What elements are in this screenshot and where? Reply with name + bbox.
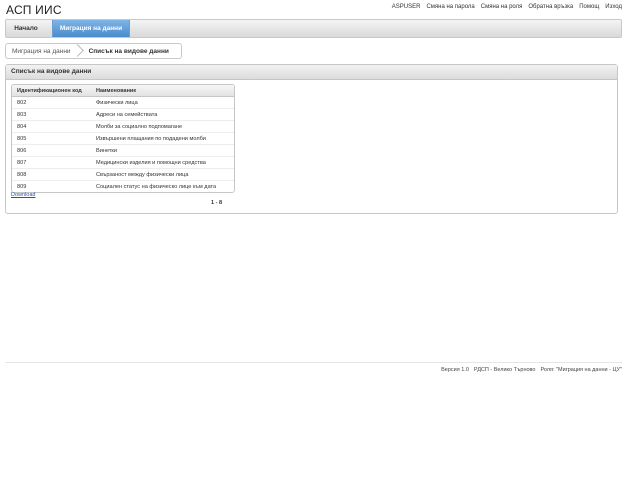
footer: Версия 1.0 РДСП - Велико Търново Роля: "… [441, 367, 622, 373]
row-name: Винетки [96, 147, 118, 154]
row-code: 807 [17, 159, 27, 166]
row-code: 808 [17, 171, 27, 178]
breadcrumb-parent[interactable]: Миграция на данни [6, 48, 77, 55]
change-role-link[interactable]: Смяна на роля [481, 4, 523, 10]
nav-data-migration[interactable]: Миграция на данни [52, 20, 130, 37]
app-title: АСП ИИС [6, 3, 62, 17]
user-link[interactable]: ASPUSER [392, 4, 421, 10]
table-row[interactable]: 809 Социален статус на физическо лице къ… [12, 181, 234, 192]
data-types-table: Идентификационен код Наименование 802 Фи… [11, 84, 235, 193]
breadcrumb-separator [77, 44, 83, 58]
row-code: 802 [17, 99, 27, 106]
row-name: Медицински изделия и помощни средства [96, 159, 206, 166]
table-row[interactable]: 804 Молби за социално подпомагане [12, 121, 234, 133]
logout-link[interactable]: Изход [605, 4, 622, 10]
footer-role: Роля: "Миграция на данни - ЦУ" [540, 367, 622, 373]
help-link[interactable]: Помощ [579, 4, 599, 10]
footer-divider [5, 362, 622, 363]
row-name: Молби за социално подпомагане [96, 123, 183, 130]
breadcrumb: Миграция на данни Списък на видове данни [5, 43, 182, 59]
change-password-link[interactable]: Смяна на парола [426, 4, 474, 10]
row-name: Социален статус на физическо лице към да… [96, 183, 217, 190]
row-code: 809 [17, 183, 27, 190]
row-code: 806 [17, 147, 27, 154]
top-links: ASPUSER Смяна на парола Смяна на роля Об… [392, 4, 622, 10]
download-link[interactable]: Download [11, 192, 35, 198]
row-name: Свързаност между физически лица [96, 171, 189, 178]
breadcrumb-current: Списък на видове данни [88, 47, 169, 55]
row-name: Физически лица [96, 99, 138, 106]
main-nav: Начало Миграция на данни [5, 19, 622, 38]
row-code: 805 [17, 135, 27, 142]
column-header-code[interactable]: Идентификационен код [12, 88, 90, 94]
row-name: Извършени плащания по подадени молби [96, 135, 206, 142]
column-header-name[interactable]: Наименование [90, 88, 234, 94]
pager-info: 1 - 8 [211, 200, 223, 206]
data-types-panel: Списък на видове данни Идентификационен … [5, 64, 618, 214]
nav-home[interactable]: Начало [6, 20, 46, 37]
footer-version: Версия 1.0 [441, 367, 469, 373]
footer-office: РДСП - Велико Търново [473, 367, 536, 373]
table-row[interactable]: 808 Свързаност между физически лица [12, 169, 234, 181]
table-row[interactable]: 807 Медицински изделия и помощни средств… [12, 157, 234, 169]
feedback-link[interactable]: Обратна връзка [528, 4, 573, 10]
top-bar: АСП ИИС ASPUSER Смяна на парола Смяна на… [0, 0, 627, 18]
row-code: 803 [17, 111, 27, 118]
table-row[interactable]: 806 Винетки [12, 145, 234, 157]
row-code: 804 [17, 123, 27, 130]
table-row[interactable]: 805 Извършени плащания по подадени молби [12, 133, 234, 145]
table-row[interactable]: 802 Физически лица [12, 97, 234, 109]
row-name: Адреси на семействата [96, 111, 158, 118]
table-header: Идентификационен код Наименование [12, 85, 234, 97]
panel-title: Списък на видове данни [6, 65, 617, 80]
table-row[interactable]: 803 Адреси на семействата [12, 109, 234, 121]
